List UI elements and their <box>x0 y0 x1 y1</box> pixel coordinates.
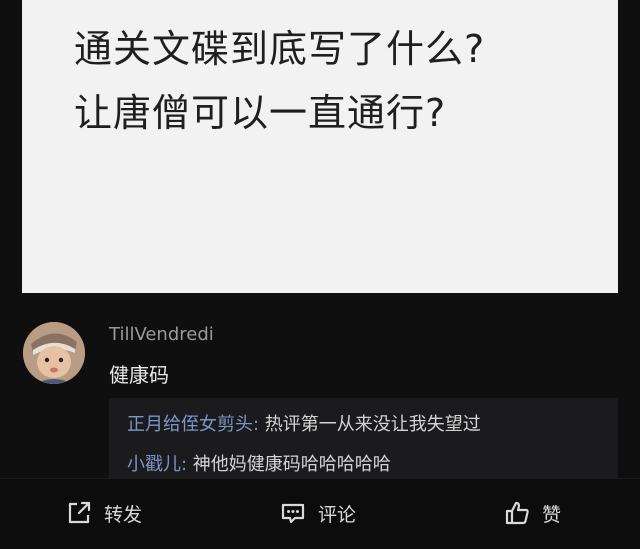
reply-separator: : <box>253 414 265 435</box>
action-bar: 转发 评论 赞 <box>0 478 640 549</box>
like-button[interactable]: 赞 <box>504 499 561 527</box>
reply-item[interactable]: 正月给侄女剪头: 热评第一从来没让我失望过 <box>127 410 481 436</box>
reply-separator: : <box>181 454 193 475</box>
avatar[interactable] <box>23 322 85 384</box>
reply-author[interactable]: 小戳儿 <box>127 454 181 475</box>
like-label: 赞 <box>542 503 562 526</box>
thumbs-up-icon <box>505 501 529 525</box>
avatar-image <box>23 322 85 384</box>
post-image-text-line-2: 让唐僧可以一直通行? <box>74 91 447 135</box>
reply-text: 热评第一从来没让我失望过 <box>264 414 481 435</box>
comment-button[interactable]: 评论 <box>280 499 356 527</box>
share-arrow-icon <box>68 501 91 524</box>
forward-button[interactable]: 转发 <box>66 499 142 527</box>
comment-text: 健康码 <box>109 363 169 387</box>
replies-box[interactable]: 正月给侄女剪头: 热评第一从来没让我失望过 小戳儿: 神他妈健康码哈哈哈哈哈 <box>109 398 618 478</box>
reply-item[interactable]: 小戳儿: 神他妈健康码哈哈哈哈哈 <box>127 450 391 476</box>
comment-bubble-icon <box>281 503 305 524</box>
reply-author[interactable]: 正月给侄女剪头 <box>127 414 253 435</box>
comment-label: 评论 <box>318 503 357 526</box>
post-image[interactable]: 通关文碟到底写了什么? 让唐僧可以一直通行? <box>22 0 618 293</box>
comment-username[interactable]: TillVendredi <box>109 324 214 345</box>
post-image-text-line-1: 通关文碟到底写了什么? <box>74 27 486 71</box>
forward-label: 转发 <box>104 503 143 526</box>
reply-text: 神他妈健康码哈哈哈哈哈 <box>192 454 391 475</box>
